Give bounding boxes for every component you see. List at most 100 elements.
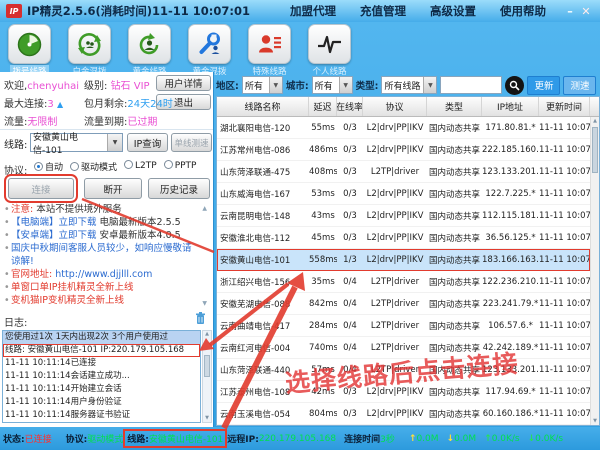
up-arrow-icon[interactable] <box>57 100 63 109</box>
table-row[interactable]: 山东菏泽联通-475408ms0/3L2TP|driver国内动态共享123.1… <box>217 161 590 183</box>
cell: 国内动态共享 <box>427 408 482 420</box>
search-icon[interactable] <box>505 76 524 95</box>
single-speedtest-button[interactable]: 单线测速 <box>171 133 212 152</box>
update-button[interactable]: 更新 <box>527 76 560 95</box>
cell: 284ms <box>309 321 337 331</box>
connect-button[interactable]: 连接 <box>8 178 74 199</box>
cell: 408ms <box>309 167 337 177</box>
protocol-option-1[interactable]: 驱动模式 <box>70 160 117 173</box>
log-label: 日志: <box>4 314 27 329</box>
table-row[interactable]: 湖北襄阳电信-12055ms0/3L2|drv|PP|IKV国内动态共享171.… <box>217 117 590 139</box>
cell: 0/4 <box>337 299 363 309</box>
column-header-4[interactable]: 类型 <box>427 97 482 116</box>
cell: 江苏泰州电信-108 <box>217 386 309 398</box>
cell: 171.80.81.* <box>482 123 539 133</box>
toolbar-item-personal-lines[interactable]: 个人线路 <box>306 24 353 77</box>
menu-item-3[interactable]: 使用帮助 <box>500 3 546 19</box>
protocol-option-0[interactable]: 自动 <box>34 160 63 173</box>
user-details-button[interactable]: 用户详情 <box>156 75 211 91</box>
toolbar-item-gold-mix[interactable]: 黄金混拨 <box>186 24 233 77</box>
toolbar-item-platinum-mix[interactable]: 白金混拨 <box>66 24 113 77</box>
clear-log-icon[interactable] <box>195 312 206 328</box>
max-conn-row: 最大连接:3 <box>4 95 63 110</box>
speedtest-button[interactable]: 测速 <box>563 76 596 95</box>
column-header-0[interactable]: 线路名称 <box>217 97 309 116</box>
table-row[interactable]: 山东菏泽联通-44057ms0/4L2TP|driver国内动态共享123.13… <box>217 359 590 381</box>
type-value: 所有线路 <box>384 79 420 92</box>
city-select[interactable]: 所有 <box>312 76 353 94</box>
log-scroll-thumb[interactable] <box>204 355 210 377</box>
menu-item-1[interactable]: 充值管理 <box>360 3 406 19</box>
scroll-down-icon[interactable] <box>591 418 599 424</box>
table-row[interactable]: 云南玉溪电信-054804ms0/3L2|drv|PP|IKV国内动态共享60.… <box>217 403 590 425</box>
table-row[interactable]: 山东威海电信-16753ms0/3L2|drv|PP|IKV国内动态共享122.… <box>217 183 590 205</box>
table-row[interactable]: 江苏常州电信-086486ms0/3L2|drv|PP|IKV国内动态共享222… <box>217 139 590 161</box>
status-line-group: 线路:安徽黄山电信-101 <box>126 432 224 445</box>
menu-item-0[interactable]: 加盟代理 <box>290 3 336 19</box>
log-scrollbar[interactable] <box>202 330 212 423</box>
status-bar: 状态:已连接 协议:驱动模式 线路:安徽黄山电信-101 远程IP:220.17… <box>0 427 600 450</box>
notice-scroll-up-icon[interactable] <box>202 205 207 212</box>
protocol-option-label: PPTP <box>175 161 197 171</box>
protocol-option-3[interactable]: PPTP <box>164 160 197 173</box>
column-header-6[interactable]: 更新时间 <box>539 97 590 116</box>
chevron-down-icon[interactable] <box>423 77 436 93</box>
table-row[interactable]: 浙江绍兴电信-15635ms0/4L2TP|driver国内动态共享122.23… <box>217 271 590 293</box>
table-row[interactable]: 安徽芜湖电信-088842ms0/4L2TP|driver国内动态共享223.2… <box>217 293 590 315</box>
table-row[interactable]: 云南红河电信-004740ms0/4L2TP|driver国内动态共享42.24… <box>217 337 590 359</box>
area-select[interactable]: 所有 <box>242 76 283 94</box>
log-scroll-up-icon[interactable] <box>205 331 209 337</box>
search-input[interactable] <box>440 76 502 94</box>
radio-icon <box>70 162 79 171</box>
status-state-value: 已连接 <box>25 432 52 445</box>
type-select[interactable]: 所有线路 <box>381 76 437 94</box>
dial-lines-icon <box>8 24 51 64</box>
notice-text[interactable]: 国庆中秋期间客服人员较少，如响应慢敬请谅解! <box>11 243 192 267</box>
cell: 国内动态共享 <box>427 320 482 332</box>
cell: 云南曲靖电信-417 <box>217 320 309 332</box>
log-line: 11-11 10:11:14已连接 <box>3 357 200 370</box>
close-button[interactable]: ✕ <box>578 5 594 18</box>
cell: 11-11 10:07 <box>539 233 590 243</box>
minimize-button[interactable]: – <box>562 5 578 18</box>
history-button[interactable]: 历史记录 <box>148 178 210 199</box>
scroll-up-icon[interactable] <box>591 118 599 124</box>
column-header-1[interactable]: 延迟 <box>309 97 337 116</box>
table-row[interactable]: 云南曲靖电信-417284ms0/4L2TP|driver国内动态共享106.5… <box>217 315 590 337</box>
column-header-3[interactable]: 协议 <box>363 97 427 116</box>
chevron-down-icon[interactable] <box>269 77 282 93</box>
table-row[interactable]: 江苏泰州电信-10842ms0/3L2|drv|PP|IKV国内动态共享117.… <box>217 381 590 403</box>
title-menu: 加盟代理 充值管理 高级设置 使用帮助 <box>290 3 546 19</box>
column-header-2[interactable]: 在线率 <box>337 97 363 116</box>
notice-text[interactable]: http://www.djjlll.com <box>55 269 152 280</box>
notice-text: 安卓最新版本4.0.5 <box>100 230 181 241</box>
menu-item-2[interactable]: 高级设置 <box>430 3 476 19</box>
status-time-value: 3秒 <box>380 432 395 445</box>
cell: 11-11 10:07 <box>539 211 590 221</box>
table-row[interactable]: 安徽黄山电信-101558ms1/3L2|drv|PP|IKV国内动态共享183… <box>217 249 590 271</box>
toolbar-item-dial-lines[interactable]: 拨号线路 <box>6 24 53 77</box>
area-label: 地区: <box>216 78 239 92</box>
line-combobox[interactable]: 安徽黄山电信-101 <box>30 133 123 152</box>
ip-query-button[interactable]: IP查询 <box>127 133 168 152</box>
log-scroll-down-icon[interactable] <box>203 415 211 421</box>
table-row[interactable]: 安徽淮北电信-11245ms0/3L2|drv|PP|IKV国内动态共享36.5… <box>217 227 590 249</box>
table-row[interactable]: 云南昆明电信-14843ms0/3L2|drv|PP|IKV国内动态共享112.… <box>217 205 590 227</box>
toolbar-item-special-lines[interactable]: 特殊线路 <box>246 24 293 77</box>
notice-text[interactable]: 【电脑端】立即下载 <box>11 217 100 228</box>
scroll-thumb[interactable] <box>592 127 598 173</box>
toolbar-item-gold-lines[interactable]: 黄金线路 <box>126 24 173 77</box>
chevron-down-icon[interactable] <box>339 77 352 93</box>
chevron-down-icon[interactable] <box>107 134 122 151</box>
notice-text[interactable]: 【安卓端】立即下载 <box>11 230 100 241</box>
disconnect-button[interactable]: 断开 <box>84 178 142 199</box>
cell: 0/3 <box>337 409 363 419</box>
line-combobox-value: 安徽黄山电信-101 <box>33 130 107 156</box>
table-scrollbar[interactable] <box>590 117 599 425</box>
notice-scroll-down-icon[interactable]: ▼ <box>202 300 207 307</box>
notice-text: 本站不提供境外服务 <box>36 204 122 215</box>
protocol-option-2[interactable]: L2TP <box>124 160 157 173</box>
log-line: 您使用过1次 1天内出现2次 3个用户使用过 <box>3 331 200 344</box>
column-header-5[interactable]: IP地址 <box>482 97 539 116</box>
cell: 国内动态共享 <box>427 386 482 398</box>
